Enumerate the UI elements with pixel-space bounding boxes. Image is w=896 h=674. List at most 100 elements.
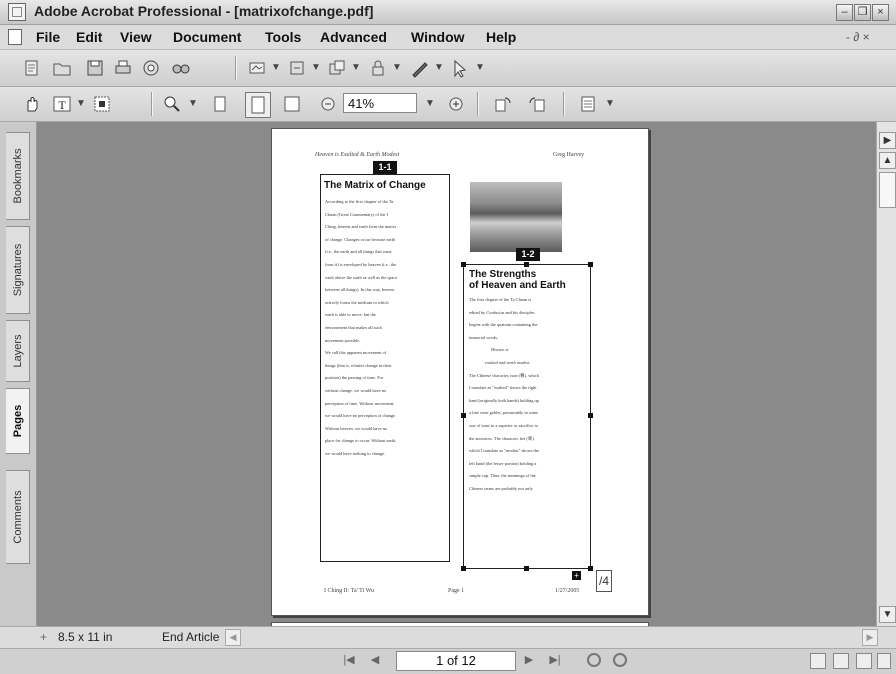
tab-signatures[interactable]: Signatures: [6, 226, 30, 314]
select-text-icon[interactable]: T: [52, 94, 72, 114]
previous-view-icon[interactable]: [587, 653, 601, 667]
open-icon[interactable]: [52, 58, 72, 78]
zoom-field[interactable]: 41%: [343, 93, 417, 113]
hand-tool-icon[interactable]: [22, 94, 42, 114]
article-heading-matrix-of-change: The Matrix of Change: [324, 180, 426, 191]
search-icon[interactable]: [171, 58, 191, 78]
single-page-view-icon[interactable]: [810, 653, 826, 669]
zoom-in-icon[interactable]: [446, 94, 466, 114]
sign-icon[interactable]: [410, 58, 430, 78]
menu-file[interactable]: File: [36, 29, 60, 45]
next-view-icon[interactable]: [613, 653, 627, 667]
vertical-scrollbar[interactable]: ▶ ▲ ▼: [876, 122, 896, 626]
actual-size-icon[interactable]: [210, 94, 230, 114]
save-icon[interactable]: [85, 58, 105, 78]
resize-handle[interactable]: [524, 566, 529, 571]
menu-advanced[interactable]: Advanced: [320, 29, 387, 45]
scroll-left-icon[interactable]: ◀: [225, 629, 241, 646]
scroll-down-icon[interactable]: ▼: [879, 606, 896, 623]
fit-width-icon[interactable]: [282, 94, 302, 114]
fit-page-icon[interactable]: [245, 92, 271, 118]
resize-handle[interactable]: [588, 566, 593, 571]
review-icon[interactable]: [327, 58, 347, 78]
article-2-line: hand (originally both hands) holding up: [469, 397, 539, 403]
toolbar-separator: [235, 56, 237, 80]
zoom-dropdown-icon[interactable]: ▼: [188, 98, 198, 109]
article-2-line: Heaven is: [491, 347, 509, 353]
email-icon[interactable]: [141, 58, 161, 78]
menu-document[interactable]: Document: [173, 29, 241, 45]
page-layout-dropdown-icon[interactable]: ▼: [605, 98, 615, 109]
scroll-thumb[interactable]: [879, 172, 896, 208]
facing-view-icon[interactable]: [856, 653, 872, 669]
next-page-icon[interactable]: ▶: [520, 652, 538, 668]
sign-dropdown-icon[interactable]: ▼: [434, 62, 444, 73]
export-icon[interactable]: [287, 58, 307, 78]
resize-handle[interactable]: [461, 413, 466, 418]
menu-tools[interactable]: Tools: [265, 29, 301, 45]
resize-handle[interactable]: [461, 262, 466, 267]
article-2-line: The Chinese character, tsun (尊), which: [469, 372, 539, 378]
horizontal-scrollbar[interactable]: [0, 626, 896, 648]
tab-layers[interactable]: Layers: [6, 320, 30, 382]
forms-dropdown-icon[interactable]: ▼: [475, 62, 485, 73]
secure-dropdown-icon[interactable]: ▼: [392, 62, 402, 73]
page-footer-center: Page 1: [448, 588, 465, 594]
tab-pages[interactable]: Pages: [6, 388, 30, 454]
zoom-out-icon[interactable]: [318, 94, 338, 114]
document-icon[interactable]: [8, 29, 22, 45]
menu-window[interactable]: Window: [411, 29, 465, 45]
article-body-1-1: According to the first chapter of the Ta…: [325, 196, 449, 460]
window-title: Adobe Acrobat Professional - [matrixofch…: [34, 3, 374, 19]
continuous-view-icon[interactable]: [833, 653, 849, 669]
article-2-line: I translate as "exalted" shows the right: [469, 385, 537, 391]
panel-menu-arrow-icon[interactable]: ▶: [879, 132, 896, 149]
article-2-line: edited by Confucius and his disciples: [469, 309, 535, 315]
export-dropdown-icon[interactable]: ▼: [311, 62, 321, 73]
secure-icon[interactable]: [368, 58, 388, 78]
resize-handle[interactable]: [524, 262, 529, 267]
menu-view[interactable]: View: [120, 29, 152, 45]
article-2-line: the ancestors. The character, bei (卑),: [469, 435, 535, 441]
rotate-view-icon[interactable]: [493, 94, 513, 114]
resize-handle[interactable]: [461, 566, 466, 571]
page-number-field[interactable]: 1 of 12: [396, 651, 516, 671]
forms-icon[interactable]: [450, 58, 470, 78]
article-1-line: between all things). In this way, heaven: [325, 287, 395, 293]
create-pdf-icon[interactable]: [22, 58, 42, 78]
previous-page-icon[interactable]: ◀: [366, 652, 384, 668]
tab-bookmarks[interactable]: Bookmarks: [6, 132, 30, 220]
snapshot-icon[interactable]: [92, 94, 112, 114]
svg-text:T: T: [58, 98, 66, 112]
document-window-controls[interactable]: - ∂ ×: [846, 30, 870, 44]
last-page-icon[interactable]: ▶|: [546, 652, 564, 668]
tab-comments[interactable]: Comments: [6, 470, 30, 564]
attach-file-icon[interactable]: [247, 58, 267, 78]
rotate-view-ccw-icon[interactable]: [527, 94, 547, 114]
scroll-right-icon[interactable]: ▶: [862, 629, 878, 646]
tab-comments-label: Comments: [11, 490, 24, 544]
first-page-icon[interactable]: |◀: [340, 652, 358, 668]
minimize-button[interactable]: –: [836, 4, 853, 21]
article-continue-label[interactable]: /4: [596, 570, 612, 592]
article-badge-1-1[interactable]: 1-1: [373, 161, 397, 174]
article-body-1-2: The first chapter of the Ta Chuan is edit…: [469, 294, 593, 496]
restore-button[interactable]: ❐: [854, 4, 871, 21]
menu-edit[interactable]: Edit: [76, 29, 102, 45]
zoom-level-dropdown-icon[interactable]: ▼: [425, 98, 435, 109]
resize-handle[interactable]: [588, 262, 593, 267]
continuous-facing-view-icon[interactable]: [877, 653, 891, 669]
continue-article-icon[interactable]: +: [572, 571, 581, 580]
page-size-icon: +: [40, 630, 48, 644]
close-button[interactable]: ×: [872, 4, 889, 21]
attach-dropdown-icon[interactable]: ▼: [271, 62, 281, 73]
toolbar-separator: [477, 92, 479, 116]
article-badge-1-2[interactable]: 1-2: [516, 248, 540, 261]
menu-help[interactable]: Help: [486, 29, 516, 45]
print-icon[interactable]: [113, 58, 133, 78]
scroll-up-icon[interactable]: ▲: [879, 152, 896, 169]
zoom-in-tool-icon[interactable]: [162, 94, 182, 114]
select-dropdown-icon[interactable]: ▼: [76, 98, 86, 109]
page-layout-icon[interactable]: [578, 94, 598, 114]
review-dropdown-icon[interactable]: ▼: [351, 62, 361, 73]
